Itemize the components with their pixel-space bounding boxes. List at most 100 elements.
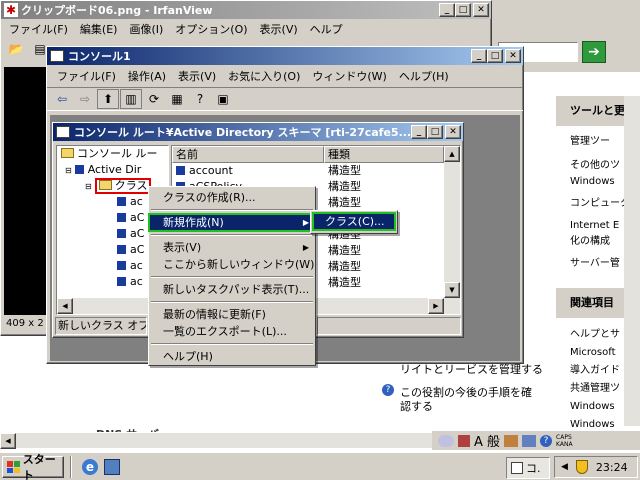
scroll-left-button[interactable]: ◀	[0, 433, 16, 449]
right-panel-scrollbar[interactable]	[624, 96, 640, 426]
list-scroll-down[interactable]: ▼	[444, 282, 460, 298]
quicklaunch-divider	[70, 456, 72, 478]
menu-item-create-class[interactable]: クラスの作成(R)...	[149, 189, 315, 206]
irfanview-app-icon: ✱	[4, 3, 18, 17]
ime-dict-icon[interactable]	[504, 434, 519, 447]
menu-separator	[151, 209, 313, 211]
context-menu: クラスの作成(R)... 新規作成(N) ▶ 表示(V) ▶ ここから新しいウィンド…	[148, 186, 316, 366]
column-header-name[interactable]: 名前	[172, 146, 324, 163]
related-link-5[interactable]: Windows	[570, 398, 620, 416]
table-row[interactable]: account 構造型	[172, 163, 444, 179]
console1-title: コンソール1	[68, 50, 131, 63]
open-folder-icon[interactable]: 📂	[5, 39, 27, 59]
refresh-icon[interactable]: ⟳	[143, 89, 165, 109]
menu-item-new-taskpad[interactable]: 新しいタスクパッド表示(T)...	[149, 281, 315, 298]
column-header-type[interactable]: 種類	[324, 146, 444, 163]
irfanview-menubar: ファイル(F) 編集(E) 画像(I) オプション(O) 表示(V) ヘルプ	[1, 19, 491, 38]
ime-mode-label[interactable]: A 般	[474, 431, 500, 450]
menu-separator	[151, 301, 313, 303]
show-hide-action-icon[interactable]: ▣	[212, 89, 234, 109]
console-menu-file[interactable]: ファイル(F)	[51, 68, 122, 84]
console-menu-action[interactable]: 操作(A)	[122, 68, 172, 84]
menu-separator	[151, 343, 313, 345]
irfan-menu-view[interactable]: 表示(V)	[254, 21, 304, 37]
ime-pad-icon[interactable]	[438, 434, 454, 447]
irfan-menu-edit[interactable]: 編集(E)	[74, 21, 124, 37]
irfanview-title: クリップボード06.png - IrfanView	[21, 4, 213, 17]
schema-statusbar-right	[317, 317, 461, 335]
schema-minimize-button[interactable]: _	[411, 125, 427, 139]
related-link-4[interactable]: 共通管理ツ	[570, 380, 620, 398]
irfan-menu-file[interactable]: ファイル(F)	[3, 21, 74, 37]
list-scroll-up[interactable]: ▲	[444, 146, 460, 162]
console-minimize-button[interactable]: _	[471, 49, 487, 63]
go-button[interactable]: ➔	[582, 41, 606, 63]
tree-active-directory[interactable]: ⊟ Active Dir	[57, 162, 168, 178]
console-maximize-button[interactable]: □	[487, 49, 503, 63]
start-button[interactable]: スタート	[2, 453, 64, 480]
submenu-arrow-icon: ▶	[302, 243, 309, 252]
folder-icon	[61, 148, 74, 158]
forward-icon[interactable]: ⇨	[74, 89, 96, 109]
classes-highlight: クラス	[94, 178, 152, 194]
ie-icon[interactable]: e	[82, 459, 98, 475]
irfan-menu-image[interactable]: 画像(I)	[123, 21, 169, 37]
schema-title: コンソール ルート¥Active Directory スキーマ [rti-27c…	[74, 126, 412, 139]
console-menu-window[interactable]: ウィンドウ(W)	[306, 68, 392, 84]
menu-separator	[151, 234, 313, 236]
console-menu-favorites[interactable]: お気に入り(O)	[222, 68, 306, 84]
bg-link-3: 認する	[400, 400, 433, 413]
menu-item-new-window[interactable]: ここから新しいウィンドウ(W)	[149, 256, 315, 273]
menu-item-help[interactable]: ヘルプ(H)	[149, 348, 315, 365]
task-button-console[interactable]: コ.	[506, 457, 550, 479]
irfan-menu-options[interactable]: オプション(O)	[169, 21, 253, 37]
related-link-3[interactable]: 導入ガイド	[570, 362, 620, 380]
irfanview-titlebar[interactable]: ✱ クリップボード06.png - IrfanView _ □ ✕	[1, 1, 491, 19]
irfan-close-button[interactable]: ✕	[473, 3, 489, 17]
console1-titlebar[interactable]: コンソール1 _ □ ✕	[47, 47, 523, 65]
ime-help-icon[interactable]: ?	[540, 434, 553, 447]
menu-item-export-list[interactable]: 一覧のエクスポート(L)...	[149, 323, 315, 340]
security-shield-icon[interactable]	[575, 460, 588, 474]
mmc-task-icon	[511, 462, 523, 474]
up-folder-icon[interactable]: ⬆	[97, 89, 119, 109]
ime-props-icon[interactable]	[522, 434, 537, 447]
console1-toolbar: ⇦ ⇨ ⬆ ▥ ⟳ ▦ ? ▣	[47, 87, 523, 111]
schema-close-button[interactable]: ✕	[445, 125, 461, 139]
console-menu-help[interactable]: ヘルプ(H)	[393, 68, 455, 84]
kana-indicator: KANA	[556, 440, 573, 448]
tree-root[interactable]: コンソール ルー	[57, 146, 168, 162]
list-vscrollbar[interactable]: ▲ ▼	[444, 146, 460, 298]
main-horizontal-scrollbar[interactable]: ◀	[0, 432, 432, 449]
irfan-maximize-button[interactable]: □	[455, 3, 471, 17]
system-tray: ◀ 23:24	[554, 456, 638, 478]
list-scroll-right[interactable]: ▶	[428, 298, 444, 314]
submenu-item-class[interactable]: クラス(C)...	[312, 212, 396, 231]
taskbar: スタート e コ. ◀ 23:24	[0, 452, 640, 480]
help-icon[interactable]: ?	[189, 89, 211, 109]
export-list-icon[interactable]: ▦	[166, 89, 188, 109]
submenu-arrow-icon: ▶	[302, 218, 309, 227]
schema-maximize-button[interactable]: □	[427, 125, 443, 139]
schema-titlebar[interactable]: コンソール ルート¥Active Directory スキーマ [rti-27c…	[53, 123, 463, 141]
console1-menubar: ファイル(F) 操作(A) 表示(V) お気に入り(O) ウィンドウ(W) ヘル…	[47, 65, 523, 87]
schema-statusbar: 新しいクラス オブ	[55, 317, 147, 335]
tray-arrow-icon[interactable]: ◀	[561, 462, 568, 472]
submenu: クラス(C)...	[310, 210, 398, 234]
tree-scroll-left[interactable]: ◀	[57, 298, 73, 314]
related-link-2[interactable]: Microsoft	[570, 344, 620, 362]
menu-item-refresh[interactable]: 最新の情報に更新(F)	[149, 306, 315, 323]
ime-tool-icon[interactable]	[458, 434, 470, 447]
irfan-minimize-button[interactable]: _	[439, 3, 455, 17]
console-menu-view[interactable]: 表示(V)	[172, 68, 222, 84]
console-close-button[interactable]: ✕	[505, 49, 521, 63]
back-icon[interactable]: ⇦	[51, 89, 73, 109]
explorer-icon[interactable]	[104, 459, 120, 475]
schema-node-icon	[74, 165, 84, 174]
show-tree-icon[interactable]: ▥	[120, 89, 142, 109]
related-link-1[interactable]: ヘルプとサ	[570, 326, 620, 344]
irfan-menu-help[interactable]: ヘルプ	[304, 21, 349, 37]
menu-item-view[interactable]: 表示(V) ▶	[149, 239, 315, 256]
clock[interactable]: 23:24	[596, 461, 628, 474]
menu-item-new[interactable]: 新規作成(N) ▶	[148, 213, 316, 232]
